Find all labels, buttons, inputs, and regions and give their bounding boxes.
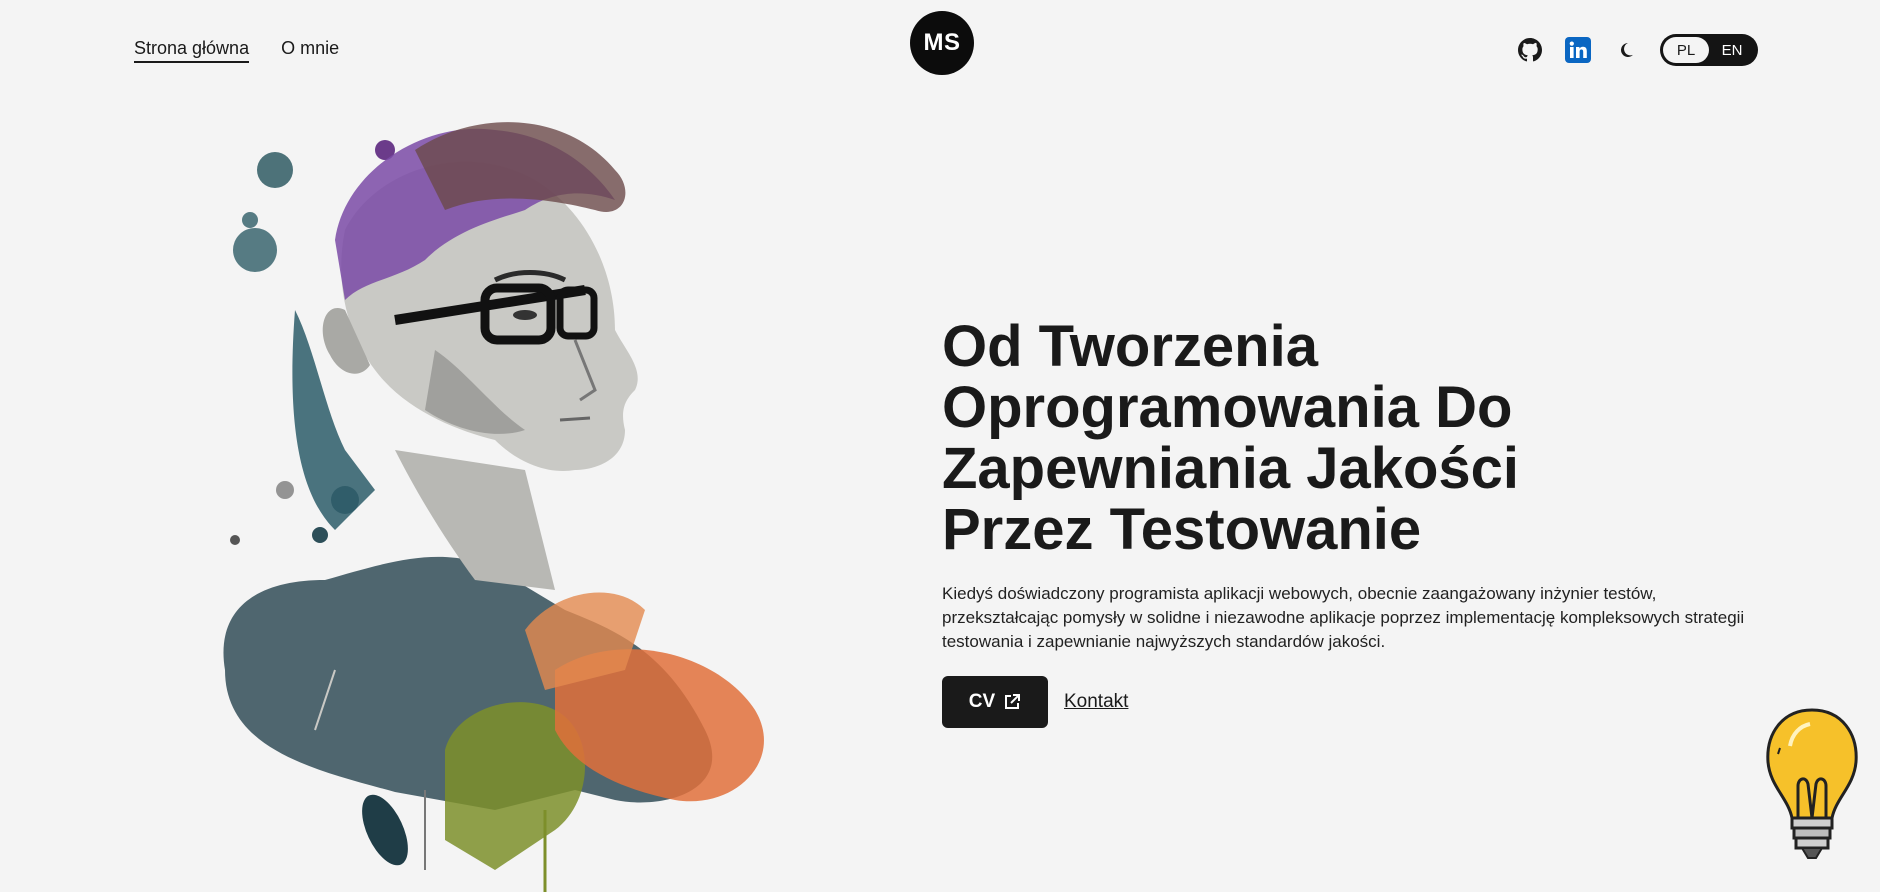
moon-icon[interactable] [1612, 36, 1640, 64]
hero-title-line: Od Tworzenia [942, 314, 1318, 379]
lightbulb-icon[interactable] [1760, 706, 1864, 878]
nav-link-about[interactable]: O mnie [281, 38, 339, 63]
portrait-illustration [223, 122, 764, 892]
github-icon[interactable] [1516, 36, 1544, 64]
contact-link[interactable]: Kontakt [1064, 691, 1128, 713]
page: Strona główna O mnie MS PL EN Od Tworzen… [0, 0, 1880, 892]
main-nav: Strona główna O mnie [134, 38, 339, 63]
hero-title-line: Przez Testowanie [942, 497, 1422, 562]
lang-option-pl[interactable]: PL [1663, 37, 1709, 63]
hero-title-line: Oprogramowania Do [942, 375, 1513, 440]
hero-title-line: Zapewniania Jakości [942, 436, 1520, 501]
hero-section: Od Tworzenia Oprogramowania Do Zapewnian… [942, 316, 1762, 728]
hero-description: Kiedyś doświadczony programista aplikacj… [942, 584, 1745, 651]
nav-link-home[interactable]: Strona główna [134, 38, 250, 63]
hero-title: Od Tworzenia Oprogramowania Do Zapewnian… [942, 316, 1762, 560]
header-actions: PL EN [1516, 34, 1758, 66]
language-switcher[interactable]: PL EN [1660, 34, 1758, 66]
external-link-icon [1005, 694, 1021, 709]
hero-actions: CV Kontakt [942, 676, 1762, 728]
cv-button[interactable]: CV [942, 676, 1048, 728]
site-logo[interactable]: MS [910, 11, 974, 75]
lang-option-en[interactable]: EN [1709, 37, 1755, 63]
cv-button-label: CV [968, 691, 996, 712]
linkedin-icon[interactable] [1564, 36, 1592, 64]
